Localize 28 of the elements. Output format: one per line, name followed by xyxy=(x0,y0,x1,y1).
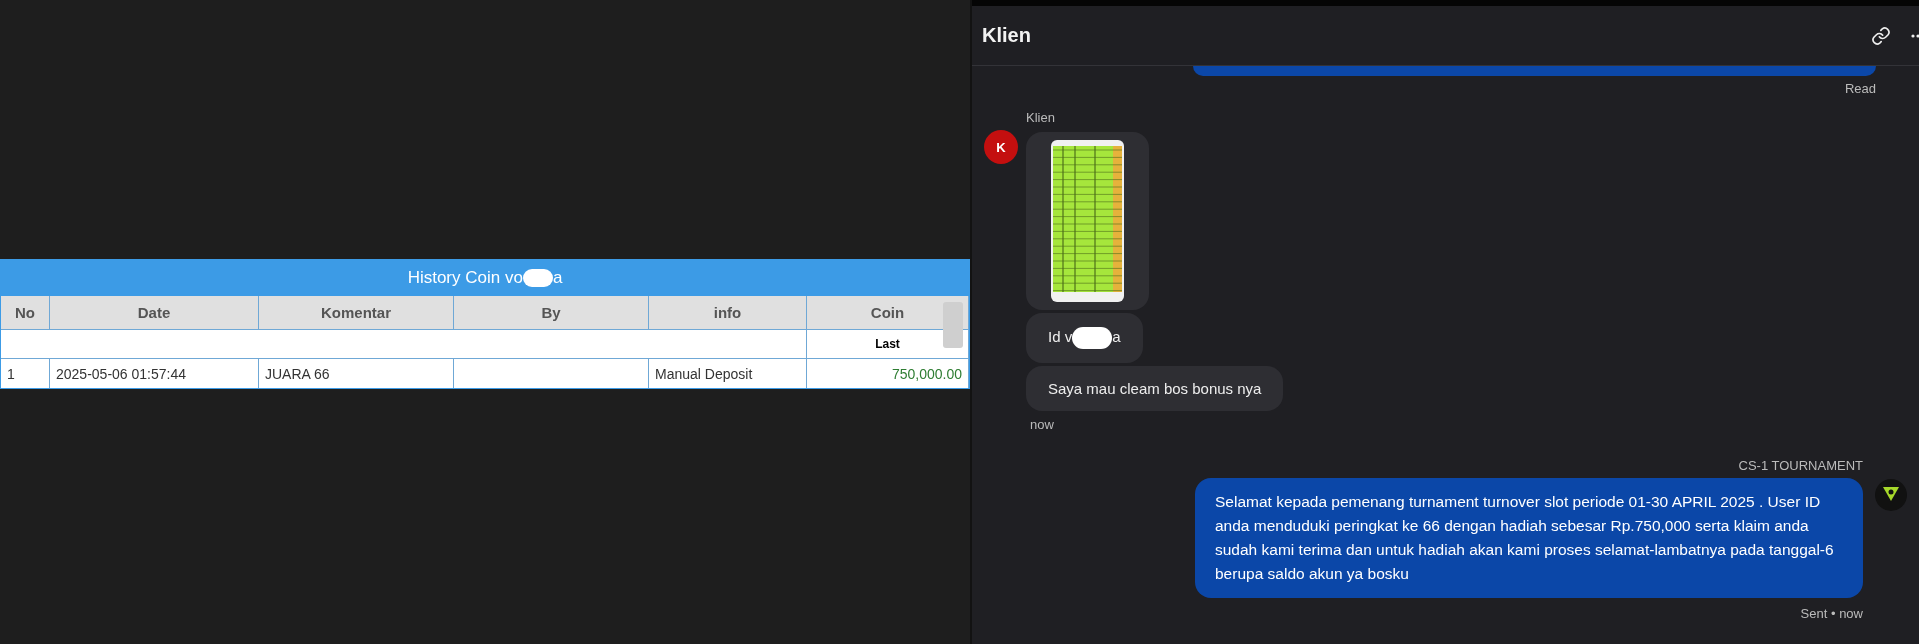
sender-name: CS-1 TOURNAMENT xyxy=(1738,458,1863,473)
message-bubble: Selamat kepada pemenang turnament turnover slot periode 01-30 APRIL 2025 . User ID anda menduduki peringkat ke 66 dengan hadiah sebesar Rp.750,000 serta klaim anda sudah kami terima dan untuk hadiah akan kami proses selamat-lambatnya pada tanggal-6 berupa saldo akun ya bosku xyxy=(1195,478,1863,598)
column-header: Komentar xyxy=(259,296,454,330)
table-cell: 2025-05-06 01:57:44 xyxy=(56,365,186,382)
scrollbar-thumb[interactable] xyxy=(943,302,963,348)
bot-avatar xyxy=(1875,479,1907,511)
table-cell: Manual Deposit xyxy=(655,365,753,382)
chat-title: Klien xyxy=(982,24,1032,47)
subheader-label: Last xyxy=(875,337,900,351)
column-header: No xyxy=(1,296,50,330)
table-cell: 750,000.00 xyxy=(891,365,962,382)
column-header: Date xyxy=(50,296,259,330)
redaction-mark xyxy=(522,269,553,287)
table-cell: 1 xyxy=(7,365,15,382)
column-header: Coin xyxy=(807,296,969,330)
image-message[interactable] xyxy=(1026,132,1149,310)
table-title: History Coin vo a xyxy=(1,260,969,296)
sent-status: Sent • now xyxy=(1800,606,1863,621)
message-time: now xyxy=(1030,417,1054,432)
message-bubble: Id v a xyxy=(1026,313,1143,363)
column-header: info xyxy=(649,296,807,330)
redaction-mark xyxy=(1072,327,1113,349)
message-bubble: Saya mau cleam bos bonus nya xyxy=(1026,366,1284,411)
avatar: K xyxy=(984,130,1018,164)
table-cell: JUARA 66 xyxy=(265,365,330,382)
column-header: By xyxy=(454,296,649,330)
read-status: Read xyxy=(1844,81,1876,96)
sender-name: Klien xyxy=(1026,110,1055,125)
